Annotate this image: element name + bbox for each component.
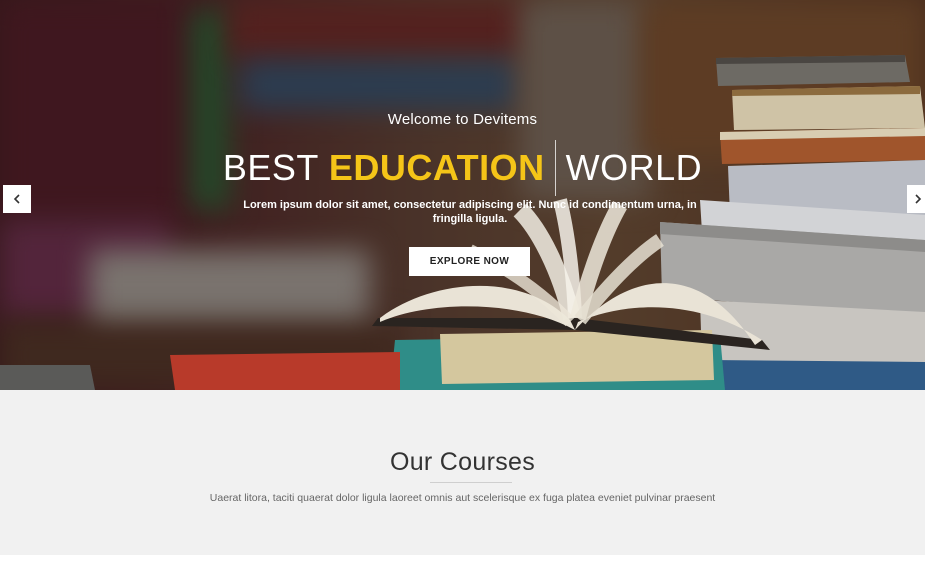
page: Welcome to Devitems BEST EDUCATION WORLD…: [0, 0, 925, 562]
hero-headline: BEST EDUCATION WORLD: [0, 140, 925, 196]
courses-section: Our Courses Uaerat litora, taciti quaera…: [0, 390, 925, 555]
hero-lead-text: Lorem ipsum dolor sit amet, consectetur …: [243, 199, 697, 225]
headline-part-world: WORLD: [565, 147, 703, 188]
explore-now-button[interactable]: EXPLORE NOW: [409, 247, 530, 276]
headline-divider: [554, 140, 556, 196]
title-underline: [430, 482, 512, 483]
hero-content: Welcome to Devitems BEST EDUCATION WORLD…: [0, 0, 925, 390]
chevron-left-icon: [13, 194, 20, 204]
headline-highlight: EDUCATION: [328, 147, 545, 188]
chevron-right-icon: [915, 194, 922, 204]
hero-welcome-text: Welcome to Devitems: [387, 111, 538, 128]
section-title: Our Courses: [389, 448, 535, 476]
slider-next-button[interactable]: [907, 185, 925, 213]
headline-part-best: BEST: [222, 147, 319, 188]
section-subtitle: Uaerat litora, taciti quaerat dolor ligu…: [209, 492, 716, 504]
hero-slider: Welcome to Devitems BEST EDUCATION WORLD…: [0, 0, 925, 390]
slider-prev-button[interactable]: [3, 185, 31, 213]
bottom-strip: [0, 555, 925, 562]
